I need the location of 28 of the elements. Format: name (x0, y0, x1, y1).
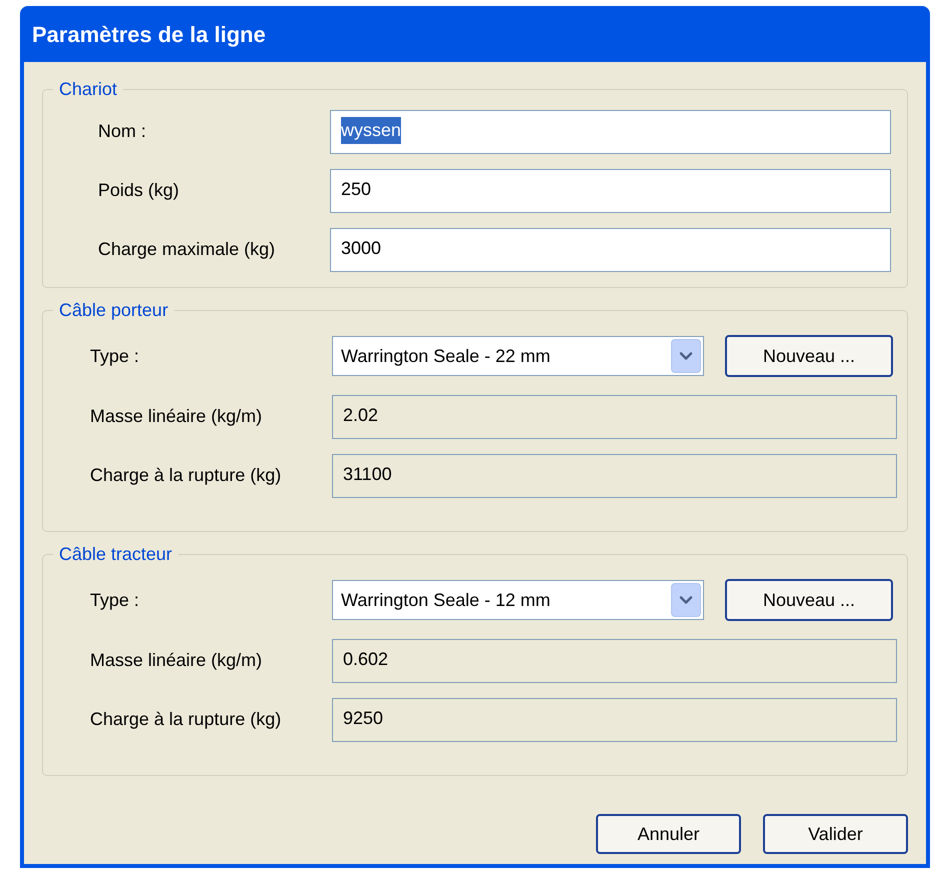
window-title: Paramètres de la ligne (32, 20, 266, 49)
dropdown[interactable]: Warrington Seale - 22 mm (332, 336, 704, 376)
readonly-field: 2.02 (332, 394, 897, 438)
field-value: 3000 (341, 236, 382, 260)
field-label: Type : (89, 344, 140, 368)
dialog-button[interactable]: Valider (763, 814, 908, 854)
new-button[interactable]: Nouveau ... (725, 335, 893, 377)
field-label: Nom : (97, 120, 148, 143)
field-value: wyssen (341, 116, 402, 144)
readonly-field: 31100 (332, 454, 897, 498)
field-label: Poids (kg) (97, 179, 180, 202)
chevron-down-icon (671, 339, 701, 373)
field-value: 250 (341, 178, 372, 200)
text-field[interactable]: 3000 (330, 228, 891, 272)
field-label: Charge à la rupture (kg) (89, 464, 282, 487)
dialog-button[interactable]: Annuler (596, 814, 741, 854)
field-label: Charge à la rupture (kg) (89, 708, 282, 731)
field-label: Masse linéaire (kg/m) (89, 405, 264, 428)
readonly-field: 9250 (332, 698, 897, 742)
chevron-down-icon (671, 583, 701, 617)
new-button[interactable]: Nouveau ... (725, 579, 893, 621)
text-field[interactable]: 250 (330, 168, 891, 212)
readonly-field: 0.602 (332, 638, 897, 682)
field-label: Masse linéaire (kg/m) (89, 649, 264, 672)
field-label: Type : (89, 588, 140, 612)
dropdown[interactable]: Warrington Seale - 12 mm (332, 580, 704, 620)
field-label: Charge maximale (kg) (97, 238, 276, 261)
text-field[interactable]: wyssen (330, 110, 891, 154)
